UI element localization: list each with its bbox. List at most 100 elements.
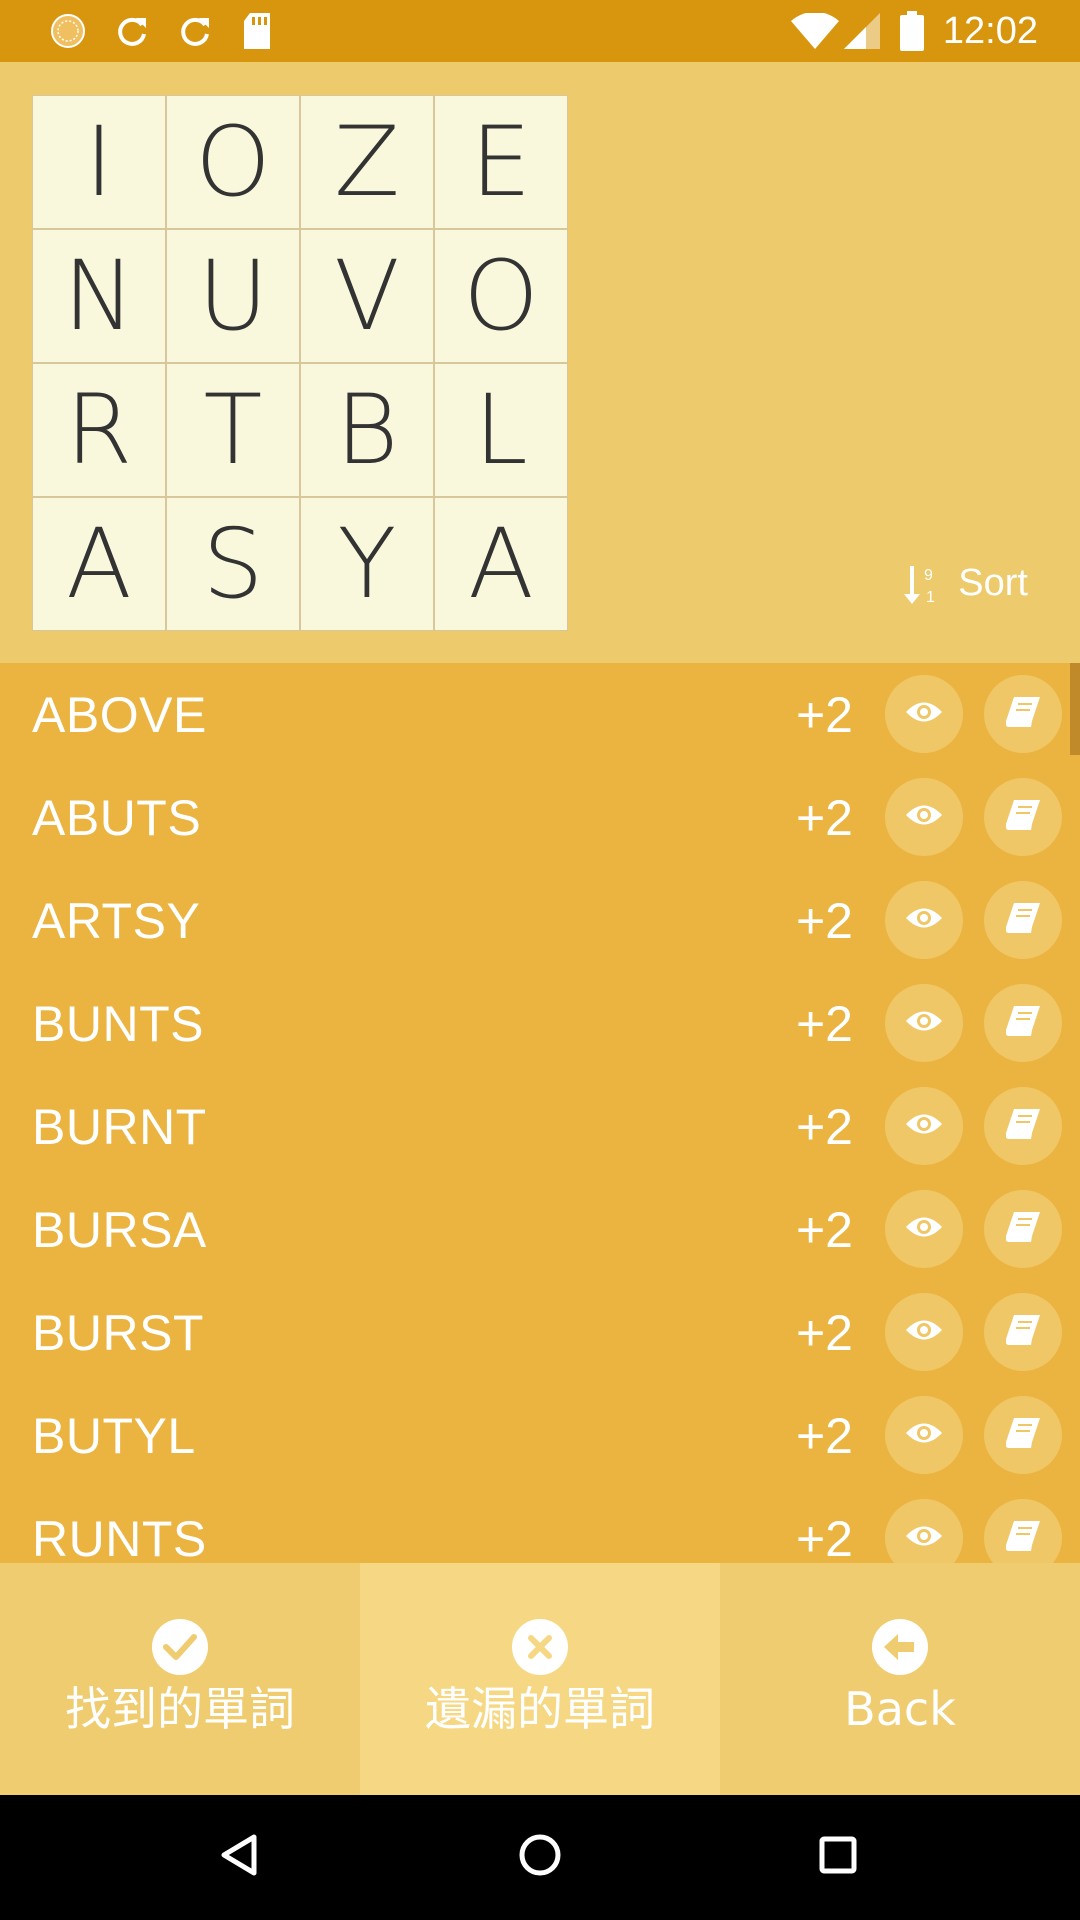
sync-icon — [112, 11, 152, 51]
circle-home-icon — [518, 1833, 562, 1882]
list-item: BUTYL +2 — [0, 1384, 1080, 1487]
eye-icon — [904, 1420, 944, 1451]
dictionary-button[interactable] — [984, 778, 1062, 856]
list-item: BURST +2 — [0, 1281, 1080, 1384]
word-text: ABOVE — [32, 687, 207, 743]
eye-icon — [904, 1111, 944, 1142]
book-icon — [1005, 1417, 1040, 1453]
board-area: I O Z E N U V O R T B L A S Y A 9 1 Sort — [0, 62, 1080, 663]
list-item: ABOVE +2 — [0, 663, 1080, 766]
dictionary-button[interactable] — [984, 1499, 1062, 1563]
eye-icon — [904, 905, 944, 936]
word-score: +2 — [795, 1305, 853, 1361]
reveal-button[interactable] — [885, 1190, 963, 1268]
grid-cell[interactable]: R — [33, 364, 165, 496]
reveal-button[interactable] — [885, 1087, 963, 1165]
grid-cell[interactable]: V — [301, 230, 433, 362]
grid-cell[interactable]: A — [435, 498, 567, 630]
grid-cell[interactable]: O — [167, 96, 299, 228]
list-item: BURNT +2 — [0, 1075, 1080, 1178]
grid-cell[interactable]: N — [33, 230, 165, 362]
signal-icon — [843, 11, 881, 51]
reveal-button[interactable] — [885, 675, 963, 753]
list-item: BUNTS +2 — [0, 972, 1080, 1075]
grid-cell[interactable]: Z — [301, 96, 433, 228]
book-icon — [1005, 902, 1040, 938]
tab-label: Back — [844, 1682, 956, 1736]
tab-missed-words[interactable]: 遺漏的單詞 — [360, 1563, 720, 1795]
sort-numeric-icon: 9 1 — [904, 564, 940, 606]
reveal-button[interactable] — [885, 984, 963, 1062]
bottom-tabs: 找到的單詞 遺漏的單詞 Back — [0, 1563, 1080, 1795]
grid-cell[interactable]: Y — [301, 498, 433, 630]
word-text: ABUTS — [32, 790, 202, 846]
sd-card-icon — [240, 11, 274, 51]
word-score: +2 — [795, 1099, 853, 1155]
eye-icon — [904, 1523, 944, 1554]
dictionary-button[interactable] — [984, 881, 1062, 959]
reveal-button[interactable] — [885, 1293, 963, 1371]
word-text: ARTSY — [32, 893, 201, 949]
grid-cell[interactable]: U — [167, 230, 299, 362]
sort-button[interactable]: 9 1 Sort — [904, 562, 1028, 606]
book-icon — [1005, 1108, 1040, 1144]
book-icon — [1005, 1314, 1040, 1350]
grid-cell[interactable]: A — [33, 498, 165, 630]
nav-home-button[interactable] — [508, 1825, 572, 1889]
tab-label: 遺漏的單詞 — [425, 1682, 655, 1736]
x-circle-icon — [512, 1619, 568, 1675]
reveal-button[interactable] — [885, 1396, 963, 1474]
word-list[interactable]: ABOVE +2 ABUTS +2 ARTSY +2 BUNTS +2 BURN… — [0, 663, 1080, 1563]
word-score: +2 — [795, 790, 853, 846]
dictionary-button[interactable] — [984, 675, 1062, 753]
dictionary-button[interactable] — [984, 1190, 1062, 1268]
wifi-icon — [790, 11, 840, 51]
word-score: +2 — [795, 687, 853, 743]
dictionary-button[interactable] — [984, 984, 1062, 1062]
clock: 12:02 — [942, 10, 1038, 52]
nav-back-button[interactable] — [208, 1825, 272, 1889]
word-score: +2 — [795, 893, 853, 949]
nav-recents-button[interactable] — [806, 1825, 870, 1889]
word-text: RUNTS — [32, 1511, 207, 1563]
dictionary-button[interactable] — [984, 1087, 1062, 1165]
eye-icon — [904, 1008, 944, 1039]
dictionary-button[interactable] — [984, 1293, 1062, 1371]
tab-label: 找到的單詞 — [65, 1682, 295, 1736]
reveal-button[interactable] — [885, 881, 963, 959]
list-item: ABUTS +2 — [0, 766, 1080, 869]
check-circle-icon — [152, 1619, 208, 1675]
book-icon — [1005, 1211, 1040, 1247]
grid-cell[interactable]: E — [435, 96, 567, 228]
reveal-button[interactable] — [885, 1499, 963, 1563]
grid-cell[interactable]: O — [435, 230, 567, 362]
word-score: +2 — [795, 1511, 853, 1563]
grid-cell[interactable]: S — [167, 498, 299, 630]
sort-label: Sort — [958, 562, 1028, 604]
sync-icon — [175, 11, 215, 51]
arrow-left-circle-icon — [872, 1619, 928, 1675]
reveal-button[interactable] — [885, 778, 963, 856]
eye-icon — [904, 1214, 944, 1245]
eye-icon — [904, 1317, 944, 1348]
grid-cell[interactable]: T — [167, 364, 299, 496]
word-text: BURSA — [32, 1202, 207, 1258]
book-icon — [1005, 696, 1040, 732]
eye-icon — [904, 802, 944, 833]
book-icon — [1005, 799, 1040, 835]
grid-cell[interactable]: B — [301, 364, 433, 496]
word-text: BURNT — [32, 1099, 207, 1155]
grid-cell[interactable]: L — [435, 364, 567, 496]
list-item: ARTSY +2 — [0, 869, 1080, 972]
svg-text:1: 1 — [926, 589, 935, 606]
grid-cell[interactable]: I — [33, 96, 165, 228]
tab-found-words[interactable]: 找到的單詞 — [0, 1563, 360, 1795]
dictionary-button[interactable] — [984, 1396, 1062, 1474]
sun-icon — [48, 11, 88, 51]
word-score: +2 — [795, 1202, 853, 1258]
svg-text:9: 9 — [924, 567, 933, 584]
back-button[interactable]: Back — [720, 1563, 1080, 1795]
eye-icon — [904, 699, 944, 730]
word-score: +2 — [795, 996, 853, 1052]
list-item: BURSA +2 — [0, 1178, 1080, 1281]
